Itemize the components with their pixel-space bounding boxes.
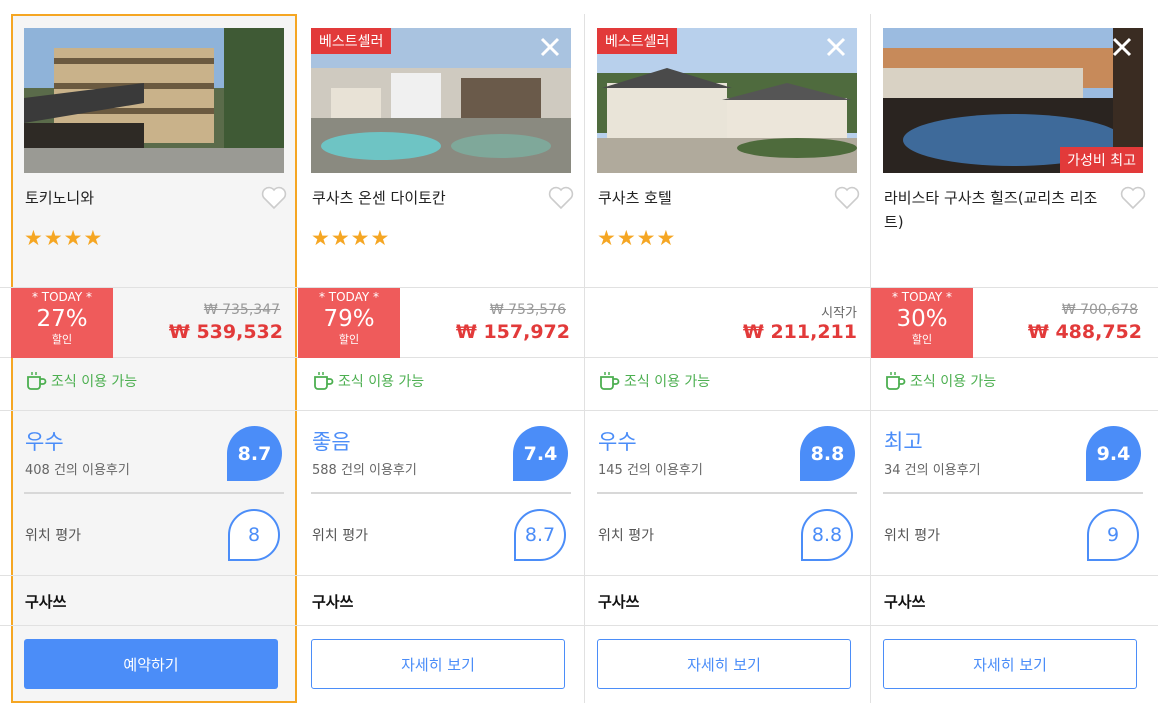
hotel-name[interactable]: 토키노니와 <box>25 186 94 210</box>
star-rating: ★★★★ <box>311 226 391 250</box>
coffee-cup-icon <box>27 372 47 390</box>
heart-icon[interactable] <box>1120 186 1146 210</box>
original-price: ₩ 735,347 <box>203 302 280 318</box>
review-score: 8.7 <box>227 426 282 481</box>
sale-price: ₩ 211,211 <box>742 321 857 343</box>
review-count[interactable]: 588 건의 이용후기 <box>312 459 417 478</box>
row-divider <box>0 410 1158 411</box>
breakfast-label: 조식 이용 가능 <box>910 374 997 390</box>
today-label: * TODAY * <box>31 290 93 304</box>
discount-label: 할인 <box>911 333 933 346</box>
coffee-cup-icon <box>886 372 906 390</box>
today-label: * TODAY * <box>891 290 953 304</box>
row-divider <box>0 625 1158 626</box>
hotel-area: 구사쓰 <box>884 593 926 611</box>
hotel-photo[interactable]: 가성비 최고 <box>883 28 1143 173</box>
discount-percent: 79% <box>323 306 375 332</box>
today-label: * TODAY * <box>318 290 380 304</box>
starting-price-label: 시작가 <box>821 306 857 321</box>
rating-divider <box>24 492 284 494</box>
discount-percent: 27% <box>36 306 88 332</box>
sale-price: ₩ 488,752 <box>1027 321 1142 343</box>
coffee-cup-icon <box>314 372 334 390</box>
rating-word: 우수 <box>25 430 64 454</box>
rating-divider <box>311 492 571 494</box>
hotel-photo[interactable]: 베스트셀러 <box>311 28 571 173</box>
column-divider <box>584 14 585 703</box>
original-price: ₩ 700,678 <box>1061 302 1138 318</box>
hotel-name[interactable]: 라비스타 구사츠 힐즈(교리츠 리조트) <box>884 186 1114 234</box>
review-score: 9.4 <box>1086 426 1141 481</box>
star-rating: ★★★★ <box>597 226 677 250</box>
details-button[interactable]: 자세히 보기 <box>597 639 851 689</box>
hotel-area: 구사쓰 <box>312 593 354 611</box>
review-count[interactable]: 145 건의 이용후기 <box>598 459 703 478</box>
breakfast-label: 조식 이용 가능 <box>338 374 425 390</box>
row-divider <box>0 357 1158 358</box>
row-divider <box>0 575 1158 576</box>
breakfast-label: 조식 이용 가능 <box>51 374 138 390</box>
coffee-cup-icon <box>600 372 620 390</box>
rating-word: 최고 <box>884 430 923 454</box>
discount-label: 할인 <box>51 333 73 346</box>
location-score: 9 <box>1087 509 1139 561</box>
bestseller-badge: 베스트셀러 <box>311 28 392 54</box>
heart-icon[interactable] <box>834 186 860 210</box>
location-label: 위치 평가 <box>598 528 654 544</box>
location-score: 8 <box>228 509 280 561</box>
breakfast-available: 조식 이용 가능 <box>25 371 137 391</box>
rating-word: 좋음 <box>312 430 351 454</box>
hotel-comparison: 토키노니와 ★★★★ * TODAY * 27% 할인 ₩ 735,347 ₩ … <box>0 0 1158 717</box>
close-icon[interactable] <box>539 36 561 58</box>
close-icon[interactable] <box>825 36 847 58</box>
star-rating: ★★★★ <box>24 226 104 250</box>
discount-percent: 30% <box>896 306 948 332</box>
breakfast-label: 조식 이용 가능 <box>624 374 711 390</box>
hotel-photo[interactable]: 베스트셀러 <box>597 28 857 173</box>
today-discount-badge: * TODAY * 79% 할인 <box>298 288 400 358</box>
location-label: 위치 평가 <box>884 528 940 544</box>
book-button[interactable]: 예약하기 <box>24 639 278 689</box>
today-discount-badge: * TODAY * 27% 할인 <box>11 288 113 358</box>
heart-icon[interactable] <box>261 186 287 210</box>
rating-divider <box>597 492 857 494</box>
review-count[interactable]: 408 건의 이용후기 <box>25 459 130 478</box>
sale-price: ₩ 157,972 <box>455 321 570 343</box>
rating-word: 우수 <box>598 430 637 454</box>
review-score: 7.4 <box>513 426 568 481</box>
best-value-badge: 가성비 최고 <box>1060 147 1143 173</box>
column-divider <box>870 14 871 703</box>
hotel-photo[interactable] <box>24 28 284 173</box>
breakfast-available: 조식 이용 가능 <box>884 371 996 391</box>
breakfast-available: 조식 이용 가능 <box>312 371 424 391</box>
breakfast-available: 조식 이용 가능 <box>598 371 710 391</box>
rating-divider <box>883 492 1143 494</box>
details-button[interactable]: 자세히 보기 <box>311 639 565 689</box>
details-button[interactable]: 자세히 보기 <box>883 639 1137 689</box>
hotel-name[interactable]: 쿠사츠 온센 다이토칸 <box>312 186 446 210</box>
review-count[interactable]: 34 건의 이용후기 <box>884 459 981 478</box>
today-discount-badge: * TODAY * 30% 할인 <box>871 288 973 358</box>
hotel-name[interactable]: 쿠사츠 호텔 <box>598 186 672 210</box>
sale-price: ₩ 539,532 <box>168 321 283 343</box>
location-score: 8.8 <box>801 509 853 561</box>
bestseller-badge: 베스트셀러 <box>597 28 678 54</box>
location-label: 위치 평가 <box>312 528 368 544</box>
close-icon[interactable] <box>1111 36 1133 58</box>
hotel-area: 구사쓰 <box>25 593 67 611</box>
hotel-area: 구사쓰 <box>598 593 640 611</box>
original-price: ₩ 753,576 <box>489 302 566 318</box>
discount-label: 할인 <box>338 333 360 346</box>
review-score: 8.8 <box>800 426 855 481</box>
row-divider <box>0 287 1158 288</box>
location-label: 위치 평가 <box>25 528 81 544</box>
heart-icon[interactable] <box>548 186 574 210</box>
location-score: 8.7 <box>514 509 566 561</box>
